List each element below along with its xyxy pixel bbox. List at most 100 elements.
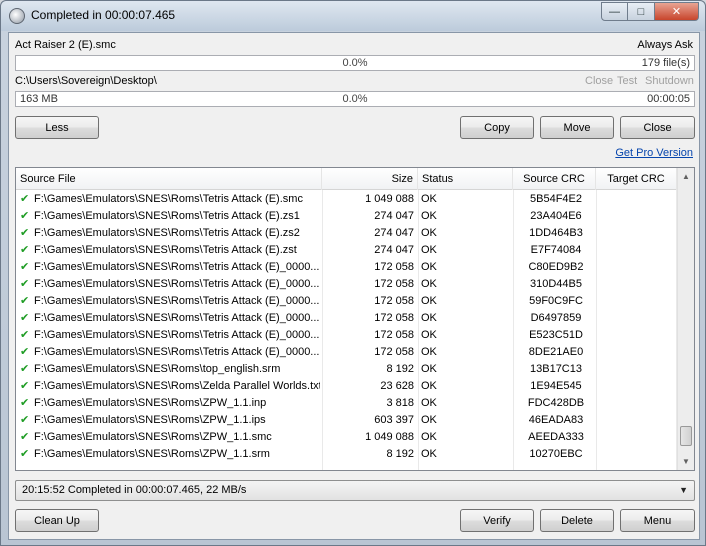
source-crc-cell: 13B17C13 bbox=[530, 363, 582, 375]
table-row[interactable]: ✔ F:\Games\Emulators\SNES\Roms\ZPW_1.1.sm… bbox=[16, 429, 677, 446]
table-row[interactable]: ✔ F:\Games\Emulators\SNES\Roms\ZPW_1.1.sr… bbox=[16, 446, 677, 463]
after-close-option[interactable]: Close bbox=[585, 75, 613, 87]
source-file-cell: ✔ F:\Games\Emulators\SNES\Roms\Tetris Att… bbox=[20, 344, 320, 361]
size-cell: 172 058 bbox=[374, 261, 414, 273]
minimize-icon[interactable]: — bbox=[601, 2, 628, 21]
size-cell: 1 049 088 bbox=[365, 431, 414, 443]
close-button[interactable]: Close bbox=[620, 116, 695, 139]
size-cell: 23 628 bbox=[380, 380, 414, 392]
close-window-icon[interactable]: ✕ bbox=[655, 2, 699, 21]
status-cell: OK bbox=[421, 261, 437, 273]
source-file-path: F:\Games\Emulators\SNES\Roms\Tetris Atta… bbox=[34, 346, 320, 358]
ask-mode-selector[interactable]: Always Ask bbox=[637, 39, 693, 51]
table-row[interactable]: ✔ F:\Games\Emulators\SNES\Roms\Zelda Para… bbox=[16, 378, 677, 395]
table-row[interactable]: ✔ F:\Games\Emulators\SNES\Roms\Tetris Att… bbox=[16, 208, 677, 225]
table-row[interactable]: ✔ F:\Games\Emulators\SNES\Roms\top_englis… bbox=[16, 361, 677, 378]
table-row[interactable]: ✔ F:\Games\Emulators\SNES\Roms\Tetris Att… bbox=[16, 276, 677, 293]
table-row[interactable]: ✔ F:\Games\Emulators\SNES\Roms\Tetris Att… bbox=[16, 327, 677, 344]
target-crc-cell bbox=[601, 429, 677, 446]
column-source-crc[interactable]: Source CRC bbox=[513, 168, 596, 190]
source-crc-cell: 310D44B5 bbox=[530, 278, 582, 290]
size-cell: 172 058 bbox=[374, 295, 414, 307]
app-icon[interactable] bbox=[9, 8, 25, 24]
status-cell: OK bbox=[421, 193, 437, 205]
get-pro-version-link[interactable]: Get Pro Version bbox=[615, 147, 693, 159]
dropdown-arrow-icon[interactable]: ▼ bbox=[679, 485, 688, 495]
source-file-cell: ✔ F:\Games\Emulators\SNES\Roms\Tetris Att… bbox=[20, 327, 320, 344]
column-source-file[interactable]: Source File bbox=[16, 168, 322, 190]
source-file-cell: ✔ F:\Games\Emulators\SNES\Roms\Tetris Att… bbox=[20, 259, 320, 276]
target-crc-cell bbox=[601, 259, 677, 276]
clean-up-button[interactable]: Clean Up bbox=[15, 509, 99, 532]
source-crc-cell: E7F74084 bbox=[530, 244, 582, 256]
check-icon: ✔ bbox=[20, 261, 30, 273]
total-progress-bar: 163 MB 0.0% 00:00:05 bbox=[15, 91, 695, 107]
status-cell: OK bbox=[421, 312, 437, 324]
file-list[interactable]: Source File Size Status Source CRC Targe… bbox=[15, 167, 695, 471]
scroll-down-icon[interactable]: ▼ bbox=[678, 453, 694, 470]
check-icon: ✔ bbox=[20, 363, 30, 375]
after-test-option[interactable]: Test bbox=[617, 75, 637, 87]
source-file-path: F:\Games\Emulators\SNES\Roms\Tetris Atta… bbox=[34, 227, 300, 239]
source-file-cell: ✔ F:\Games\Emulators\SNES\Roms\ZPW_1.1.in… bbox=[20, 395, 320, 412]
verify-button[interactable]: Verify bbox=[460, 509, 534, 532]
copy-button[interactable]: Copy bbox=[460, 116, 534, 139]
column-size[interactable]: Size bbox=[322, 168, 418, 190]
table-row[interactable]: ✔ F:\Games\Emulators\SNES\Roms\Tetris Att… bbox=[16, 225, 677, 242]
table-row[interactable]: ✔ F:\Games\Emulators\SNES\Roms\Tetris Att… bbox=[16, 293, 677, 310]
status-cell: OK bbox=[421, 431, 437, 443]
app-window: Completed in 00:00:07.465 — □ ✕ Act Rais… bbox=[0, 0, 706, 546]
table-row[interactable]: ✔ F:\Games\Emulators\SNES\Roms\ZPW_1.1.ip… bbox=[16, 412, 677, 429]
after-shutdown-option[interactable]: Shutdown bbox=[645, 75, 694, 87]
size-cell: 603 397 bbox=[374, 414, 414, 426]
source-file-cell: ✔ F:\Games\Emulators\SNES\Roms\top_englis… bbox=[20, 361, 320, 378]
title-bar[interactable]: Completed in 00:00:07.465 — □ ✕ bbox=[1, 1, 705, 31]
check-icon: ✔ bbox=[20, 448, 30, 460]
table-row[interactable]: ✔ F:\Games\Emulators\SNES\Roms\Tetris Att… bbox=[16, 191, 677, 208]
source-file-path: F:\Games\Emulators\SNES\Roms\ZPW_1.1.ips bbox=[34, 414, 266, 426]
delete-button[interactable]: Delete bbox=[540, 509, 614, 532]
source-file-path: F:\Games\Emulators\SNES\Roms\Tetris Atta… bbox=[34, 261, 320, 273]
file-progress-text: 0.0% bbox=[342, 57, 368, 69]
scroll-up-icon[interactable]: ▲ bbox=[678, 168, 694, 185]
check-icon: ✔ bbox=[20, 227, 30, 239]
size-cell: 8 192 bbox=[386, 448, 414, 460]
table-row[interactable]: ✔ F:\Games\Emulators\SNES\Roms\Tetris Att… bbox=[16, 259, 677, 276]
check-icon: ✔ bbox=[20, 414, 30, 426]
client-area: Act Raiser 2 (E).smc Always Ask 0.0% 179… bbox=[8, 32, 700, 540]
status-log-dropdown[interactable]: 20:15:52 Completed in 00:00:07.465, 22 M… bbox=[15, 480, 695, 501]
file-rows: ✔ F:\Games\Emulators\SNES\Roms\Tetris Att… bbox=[16, 191, 677, 463]
source-file-path: F:\Games\Emulators\SNES\Roms\Tetris Atta… bbox=[34, 278, 320, 290]
move-button[interactable]: Move bbox=[540, 116, 614, 139]
target-crc-cell bbox=[601, 242, 677, 259]
vertical-scrollbar[interactable]: ▲ ▼ bbox=[677, 168, 694, 470]
less-button[interactable]: Less bbox=[15, 116, 99, 139]
target-path-label: C:\Users\Sovereign\Desktop\ bbox=[15, 75, 157, 87]
target-crc-cell bbox=[601, 191, 677, 208]
source-file-cell: ✔ F:\Games\Emulators\SNES\Roms\Tetris Att… bbox=[20, 293, 320, 310]
check-icon: ✔ bbox=[20, 346, 30, 358]
table-row[interactable]: ✔ F:\Games\Emulators\SNES\Roms\Tetris Att… bbox=[16, 242, 677, 259]
size-cell: 172 058 bbox=[374, 312, 414, 324]
scroll-thumb[interactable] bbox=[680, 426, 692, 446]
table-row[interactable]: ✔ F:\Games\Emulators\SNES\Roms\Tetris Att… bbox=[16, 310, 677, 327]
status-cell: OK bbox=[421, 227, 437, 239]
source-file-cell: ✔ F:\Games\Emulators\SNES\Roms\Tetris Att… bbox=[20, 276, 320, 293]
total-progress-text: 0.0% bbox=[342, 93, 368, 105]
status-log-text: 20:15:52 Completed in 00:00:07.465, 22 M… bbox=[22, 484, 247, 496]
table-row[interactable]: ✔ F:\Games\Emulators\SNES\Roms\ZPW_1.1.in… bbox=[16, 395, 677, 412]
status-cell: OK bbox=[421, 278, 437, 290]
menu-button[interactable]: Menu bbox=[620, 509, 695, 532]
column-status[interactable]: Status bbox=[418, 168, 513, 190]
check-icon: ✔ bbox=[20, 295, 30, 307]
target-crc-cell bbox=[601, 293, 677, 310]
status-cell: OK bbox=[421, 448, 437, 460]
source-file-path: F:\Games\Emulators\SNES\Roms\Tetris Atta… bbox=[34, 193, 303, 205]
window-title: Completed in 00:00:07.465 bbox=[31, 8, 176, 22]
column-target-crc[interactable]: Target CRC bbox=[596, 168, 677, 190]
target-crc-cell bbox=[601, 361, 677, 378]
check-icon: ✔ bbox=[20, 312, 30, 324]
maximize-icon[interactable]: □ bbox=[628, 2, 655, 21]
table-row[interactable]: ✔ F:\Games\Emulators\SNES\Roms\Tetris Att… bbox=[16, 344, 677, 361]
file-list-header: Source File Size Status Source CRC Targe… bbox=[16, 168, 677, 190]
